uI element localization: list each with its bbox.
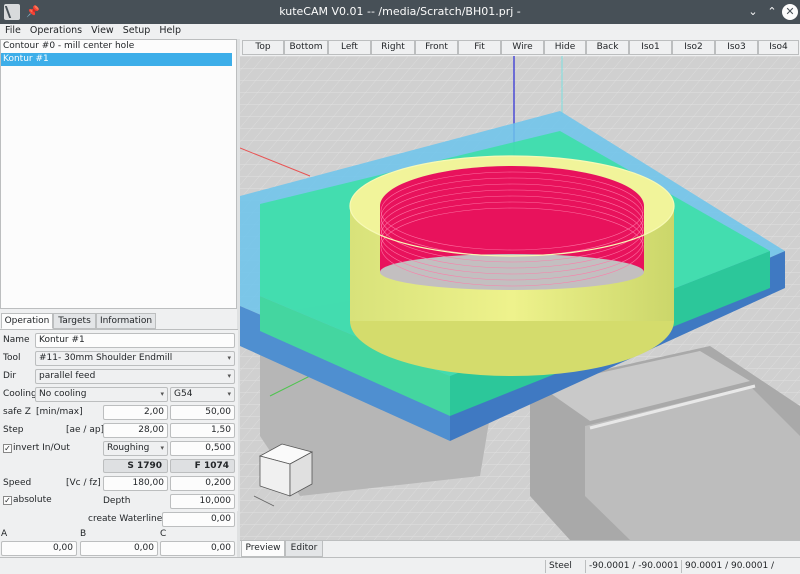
viewport-tabs: Preview Editor [240, 540, 800, 557]
title-bar: 📌 kuteCAM V0.01 -- /media/Scratch/BH01.p… [0, 0, 800, 24]
menu-view[interactable]: View [86, 24, 118, 36]
status-bar: Steel -90.0001 / -90.0001 / 0 90.0001 / … [0, 557, 800, 574]
step-hint: [ae / ap] [66, 425, 105, 435]
chevron-down-icon: ▾ [160, 390, 164, 398]
speed-vc-field[interactable]: 180,00 [103, 476, 168, 491]
dir-label: Dir [3, 371, 17, 381]
3d-scene[interactable] [240, 56, 800, 540]
dir-select[interactable]: parallel feed ▾ [35, 369, 235, 384]
speed-label: Speed [3, 478, 32, 488]
minimize-icon[interactable]: ⌄ [745, 4, 761, 20]
view-front-button[interactable]: Front [415, 40, 458, 55]
view-iso4-button[interactable]: Iso4 [758, 40, 799, 55]
tool-select[interactable]: #11- 30mm Shoulder Endmill ▾ [35, 351, 235, 366]
chevron-down-icon: ▾ [227, 372, 231, 380]
c-axis-field[interactable]: 0,00 [160, 541, 235, 556]
view-wire-button[interactable]: Wire [501, 40, 544, 55]
3d-viewport[interactable] [240, 56, 800, 540]
maximize-icon[interactable]: ⌃ [764, 4, 780, 20]
depth-field[interactable]: 10,000 [170, 494, 235, 509]
menu-file[interactable]: File [0, 24, 25, 36]
invert-label: invert In/Out [13, 443, 70, 453]
tab-editor[interactable]: Editor [285, 541, 323, 557]
feed-rate-display: F 1074 [170, 459, 235, 473]
view-iso2-button[interactable]: Iso2 [672, 40, 715, 55]
tab-operation[interactable]: Operation [1, 313, 53, 329]
menu-bar: File Operations View Setup Help [0, 24, 800, 39]
chevron-down-icon: ▾ [227, 354, 231, 362]
tab-preview[interactable]: Preview [241, 541, 285, 557]
coordinate-system-value: G54 [174, 389, 193, 399]
speed-hint: [Vc / fz] [66, 478, 101, 488]
depth-label: Depth [103, 496, 131, 506]
cooling-select-value: No cooling [39, 389, 87, 399]
view-left-button[interactable]: Left [328, 40, 371, 55]
safez-max-field[interactable]: 50,00 [170, 405, 235, 420]
view-right-button[interactable]: Right [371, 40, 415, 55]
close-icon[interactable]: ✕ [782, 4, 798, 20]
chevron-down-icon: ▾ [227, 390, 231, 398]
menu-setup[interactable]: Setup [118, 24, 155, 36]
spindle-speed-display: S 1790 [103, 459, 168, 473]
safez-label: safe Z [3, 407, 31, 417]
speed-fz-field[interactable]: 0,200 [170, 476, 235, 491]
view-iso3-button[interactable]: Iso3 [715, 40, 758, 55]
view-bottom-button[interactable]: Bottom [284, 40, 328, 55]
absolute-label: absolute [13, 495, 52, 505]
invert-checkbox[interactable]: ✓ [3, 444, 12, 453]
strategy-select-value: Roughing [107, 443, 150, 453]
step-label: Step [3, 425, 24, 435]
cooling-select[interactable]: No cooling ▾ [35, 387, 168, 402]
axis-fields: create Waterline 0,00 A B C 0,00 0,00 0,… [0, 511, 238, 559]
coordinate-system-select[interactable]: G54 ▾ [170, 387, 235, 402]
tool-select-value: #11- 30mm Shoulder Endmill [39, 353, 173, 363]
name-field[interactable]: Kontur #1 [35, 333, 235, 348]
chevron-down-icon: ▾ [160, 444, 164, 452]
view-fit-button[interactable]: Fit [458, 40, 501, 55]
material-status: Steel [545, 560, 585, 573]
max-coords-status: 90.0001 / 90.0001 / 50.0001 [681, 560, 800, 573]
dir-select-value: parallel feed [39, 371, 96, 381]
view-back-button[interactable]: Back [586, 40, 629, 55]
b-axis-label: B [80, 529, 87, 539]
contour-item-selected[interactable]: Kontur #1 [1, 53, 232, 66]
step-ap-field[interactable]: 1,50 [170, 423, 235, 438]
c-axis-label: C [160, 529, 167, 539]
menu-operations[interactable]: Operations [25, 24, 86, 36]
safez-min-field[interactable]: 2,00 [103, 405, 168, 420]
view-hide-button[interactable]: Hide [544, 40, 586, 55]
strategy-extra-field[interactable]: 0,500 [170, 441, 235, 456]
operation-form: Name Kontur #1 Tool #11- 30mm Shoulder E… [0, 329, 238, 511]
contour-item[interactable]: Contour #0 - mill center hole [1, 40, 236, 53]
strategy-select[interactable]: Roughing ▾ [103, 441, 168, 456]
b-axis-field[interactable]: 0,00 [80, 541, 158, 556]
a-axis-label: A [1, 529, 8, 539]
step-ae-field[interactable]: 28,00 [103, 423, 168, 438]
name-label: Name [3, 335, 30, 345]
tab-targets[interactable]: Targets [53, 313, 96, 329]
contour-list[interactable]: Contour #0 - mill center hole Kontur #1 [0, 39, 237, 309]
view-toolbar: Top Bottom Left Right Front Fit Wire Hid… [240, 39, 800, 56]
window-title: kuteCAM V0.01 -- /media/Scratch/BH01.prj… [279, 5, 521, 18]
view-top-button[interactable]: Top [242, 40, 284, 55]
safez-hint: [min/max] [36, 407, 83, 417]
a-axis-field[interactable]: 0,00 [1, 541, 77, 556]
absolute-checkbox[interactable]: ✓ [3, 496, 12, 505]
tool-label: Tool [3, 353, 21, 363]
cooling-label: Cooling [3, 389, 37, 399]
menu-help[interactable]: Help [154, 24, 185, 36]
waterline-field[interactable]: 0,00 [162, 512, 235, 527]
tab-information[interactable]: Information [96, 313, 156, 329]
waterline-label: create Waterline [88, 514, 163, 524]
min-coords-status: -90.0001 / -90.0001 / 0 [585, 560, 681, 573]
view-iso1-button[interactable]: Iso1 [629, 40, 672, 55]
